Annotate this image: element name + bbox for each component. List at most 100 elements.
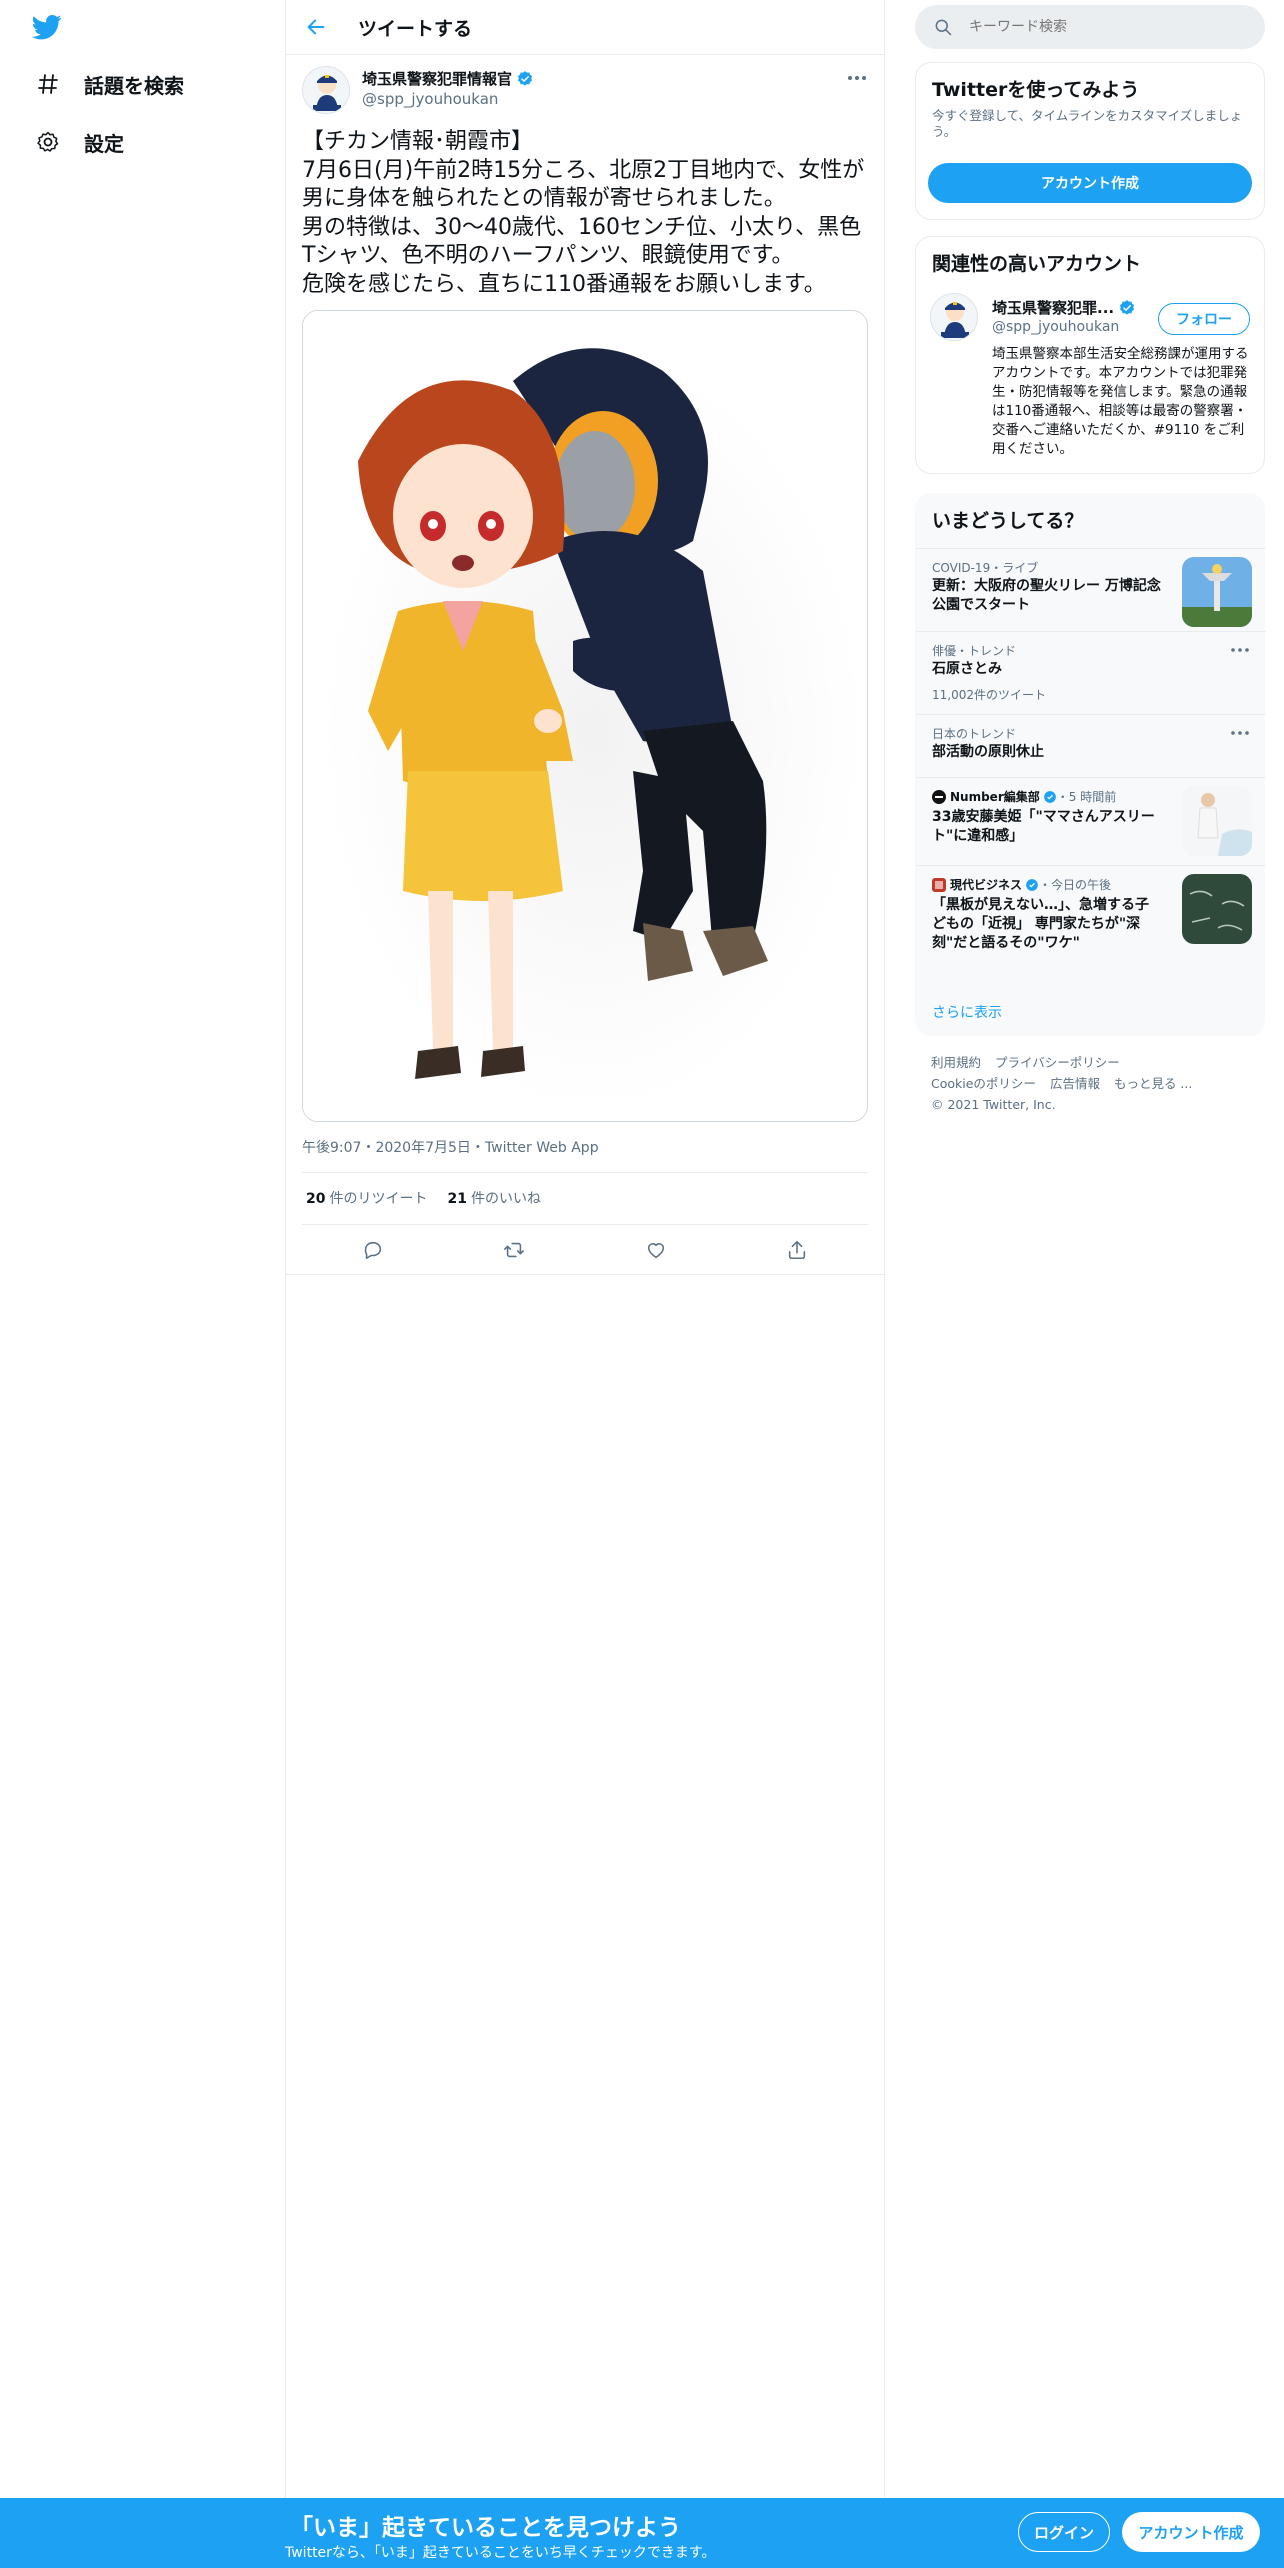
more-options-button[interactable] — [842, 66, 872, 90]
search-icon — [935, 19, 952, 36]
likes-count: 21 — [447, 1191, 467, 1207]
trend-title: 石原さとみ — [932, 661, 1002, 677]
share-button[interactable] — [778, 1231, 816, 1269]
number-logo-icon — [932, 789, 946, 804]
news-thumbnail — [1182, 874, 1252, 944]
gear-icon — [34, 128, 62, 156]
retweets-count: 20 — [306, 1191, 326, 1207]
show-more-link[interactable]: さらに表示 — [932, 1002, 1002, 1022]
page-title: ツイートする — [358, 17, 473, 40]
news-source: Number編集部 — [950, 790, 1040, 804]
search-input[interactable] — [969, 19, 1249, 35]
app: 話題を検索 設定 ツイートする 埼玉県警察犯罪情報官 @spp_jyouhouk… — [0, 0, 1284, 2568]
related-avatar[interactable] — [930, 293, 978, 341]
divider — [302, 1172, 868, 1173]
signup-button[interactable]: アカウント作成 — [1122, 2512, 1260, 2552]
signup-card: Twitterを使ってみよう 今すぐ登録して、タイムラインをカスタマイズしましょ… — [915, 62, 1265, 220]
more-dots-icon[interactable] — [1230, 644, 1250, 656]
retweets-label: 件のリツイート — [329, 1191, 428, 1207]
likes-stat[interactable]: 21 件のいいね — [447, 1188, 540, 1208]
reply-icon — [364, 1241, 381, 1260]
retweets-stat[interactable]: 20 件のリツイート — [306, 1188, 427, 1208]
news-time: ・今日の午後 — [1039, 878, 1112, 892]
follow-button[interactable]: フォロー — [1158, 303, 1250, 335]
reply-button[interactable] — [354, 1231, 392, 1269]
illustration-image — [303, 311, 867, 1121]
related-name: 埼玉県警察犯罪... — [992, 299, 1115, 317]
nav-explore-label: 話題を検索 — [84, 73, 184, 98]
retweet-button[interactable] — [495, 1231, 533, 1269]
footer-privacy-link[interactable]: プライバシーポリシー — [995, 1055, 1120, 1070]
trend-item[interactable]: COVID-19・ライブ 更新：大阪府の聖火リレー 万博記念公園でスタート — [916, 548, 1266, 631]
related-accounts-card: 関連性の高いアカウント 埼玉県警察犯罪... @spp_jyouhoukan フ… — [915, 236, 1265, 474]
back-button[interactable] — [296, 7, 336, 47]
trend-title: 更新：大阪府の聖火リレー 万博記念公園でスタート — [932, 578, 1161, 613]
skater-image — [1182, 786, 1252, 856]
login-button[interactable]: ログイン — [1018, 2512, 1110, 2552]
trend-tweet-count: 11,002件のツイート — [932, 688, 1046, 702]
related-handle: @spp_jyouhoukan — [992, 319, 1120, 335]
author-avatar[interactable] — [302, 66, 350, 114]
tweet-author: 埼玉県警察犯罪情報官 @spp_jyouhoukan — [302, 66, 872, 114]
tweet-timestamp[interactable]: 午後9:07・2020年7月5日・Twitter Web App — [302, 1137, 599, 1157]
share-icon — [789, 1240, 806, 1260]
tweet-text: 【チカン情報･朝霞市】 7月6日(月)午前2時15分ころ、北原2丁目地内で、女性… — [302, 129, 865, 297]
hashtag-icon — [34, 70, 62, 98]
footer-ads-link[interactable]: 広告情報 — [1050, 1076, 1100, 1091]
divider — [302, 1224, 868, 1225]
retweet-icon — [504, 1242, 525, 1258]
divider — [286, 1274, 884, 1275]
more-dots-icon[interactable] — [1230, 727, 1250, 739]
trend-item[interactable]: 日本のトレンド 部活動の原則休止 — [916, 714, 1266, 777]
tweet-column: ツイートする 埼玉県警察犯罪情報官 @spp_jyouhoukan 【チカン情報… — [285, 0, 885, 2500]
search-box[interactable] — [915, 5, 1265, 49]
news-item[interactable]: 現代ビジネス ・今日の午後 「黒板が見えない…」、急増する子どもの「近視」 専門… — [916, 865, 1266, 967]
author-name-row[interactable]: 埼玉県警察犯罪情報官 — [362, 68, 534, 89]
news-source-row: Number編集部 ・5 時間前 — [932, 788, 1116, 805]
author-handle[interactable]: @spp_jyouhoukan — [362, 90, 498, 108]
footer-links: 利用規約 プライバシーポリシー Cookieのポリシー 広告情報 もっと見る ... … — [931, 1052, 1206, 1115]
verified-badge-icon — [517, 70, 533, 86]
tweet-header: ツイートする — [286, 0, 884, 55]
trend-thumbnail — [1182, 557, 1252, 627]
blackboard-image — [1182, 874, 1252, 944]
news-source: 現代ビジネス — [950, 878, 1023, 892]
news-title: 33歳安藤美姫「"ママさんアスリート"に違和感」 — [932, 809, 1155, 844]
likes-label: 件のいいね — [470, 1191, 541, 1207]
like-button[interactable] — [637, 1231, 675, 1269]
related-card-title: 関連性の高いアカウント — [932, 253, 1142, 275]
create-account-button[interactable]: アカウント作成 — [928, 163, 1252, 203]
twitter-logo-icon[interactable] — [30, 12, 64, 42]
trends-card: いまどうしてる？ COVID-19・ライブ 更新：大阪府の聖火リレー 万博記念公… — [915, 493, 1266, 1036]
banner-subline: Twitterなら、「いま」起きていることをいち早くチェックできます。 — [285, 2545, 716, 2561]
news-time: ・5 時間前 — [1056, 790, 1117, 804]
trend-context: 日本のトレンド — [932, 727, 1017, 741]
footer-cookie-link[interactable]: Cookieのポリシー — [931, 1076, 1036, 1091]
trend-context: 俳優・トレンド — [932, 644, 1017, 658]
trend-context: COVID-19・ライブ — [932, 561, 1039, 575]
back-arrow-icon — [307, 19, 325, 35]
heart-icon — [647, 1243, 664, 1259]
tweet-media[interactable] — [302, 310, 868, 1122]
tweet-actions — [302, 1228, 868, 1272]
related-bio: 埼玉県警察本部生活安全総務課が運用するアカウントです。本アカウントでは犯罪発生・… — [992, 346, 1249, 457]
signup-card-description: 今すぐ登録して、タイムラインをカスタマイズしましょう。 — [932, 108, 1243, 139]
verified-badge-icon — [1026, 878, 1038, 891]
banner-headline: 「いま」起きていることを見つけよう — [290, 2515, 681, 2541]
news-source-row: 現代ビジネス ・今日の午後 — [932, 876, 1111, 893]
police-mascot-icon — [931, 294, 977, 340]
tweet-stats: 20 件のリツイート 21 件のいいね — [306, 1188, 541, 1208]
author-name: 埼玉県警察犯罪情報官 — [362, 70, 513, 88]
footer-copyright: © 2021 Twitter, Inc. — [931, 1097, 1056, 1112]
trend-item[interactable]: 俳優・トレンド 石原さとみ 11,002件のツイート — [916, 631, 1266, 714]
footer-more-link[interactable]: もっと見る ... — [1114, 1076, 1192, 1091]
verified-badge-icon — [1120, 299, 1135, 315]
nav-explore[interactable]: 話題を検索 — [34, 64, 184, 104]
torch-statue-image — [1182, 557, 1252, 627]
related-name-row[interactable]: 埼玉県警察犯罪... — [992, 297, 1136, 318]
news-item[interactable]: Number編集部 ・5 時間前 33歳安藤美姫「"ママさんアスリート"に違和感… — [916, 777, 1266, 865]
nav-settings-label: 設定 — [84, 131, 124, 156]
nav-settings[interactable]: 設定 — [34, 122, 124, 162]
signup-card-title: Twitterを使ってみよう — [932, 79, 1140, 101]
footer-terms-link[interactable]: 利用規約 — [931, 1055, 981, 1070]
